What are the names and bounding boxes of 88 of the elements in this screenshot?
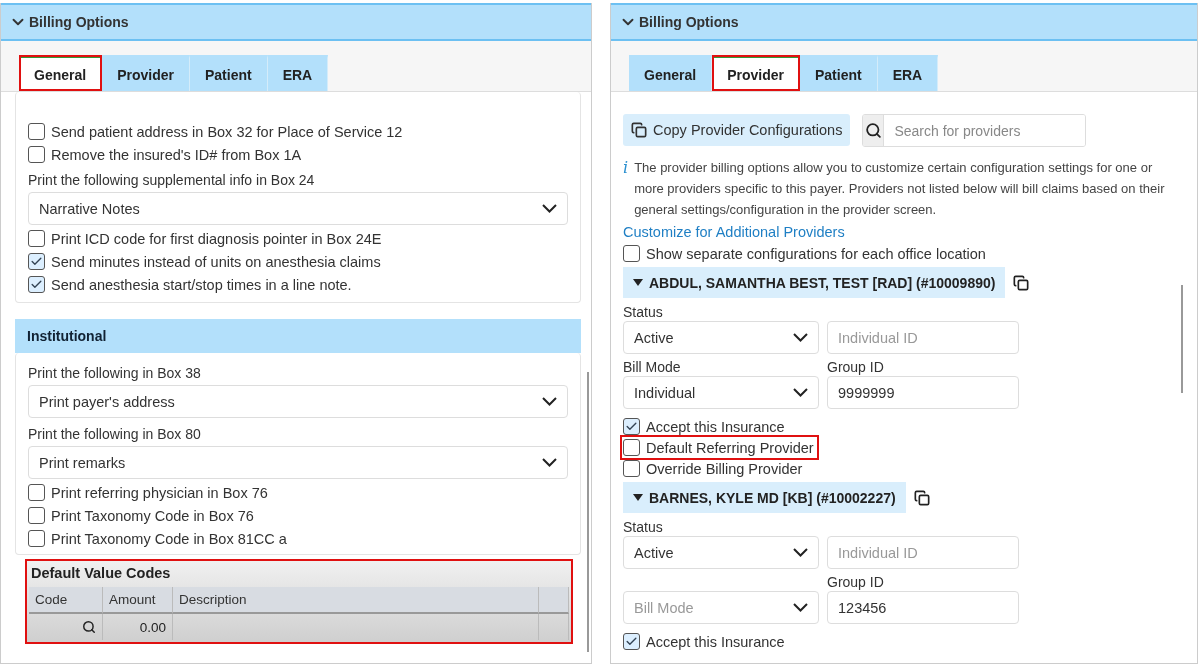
- field-label: Group ID: [827, 359, 885, 375]
- field-label: Group ID: [827, 574, 885, 590]
- chevron-down-icon: [542, 204, 557, 213]
- checkbox-label: Accept this Insurance: [646, 418, 785, 435]
- checkbox[interactable]: [28, 507, 45, 524]
- checkbox-label: Send minutes instead of units on anesthesia claims: [51, 253, 381, 270]
- copy-icon[interactable]: [913, 489, 930, 506]
- info-text: The provider billing options allow you to customize certain configuration settings for one or more providers specific to this payer. Providers not listed below will bill claims based on their general settings/configuration in the provider screen.: [634, 159, 1166, 219]
- checkbox-label: Print ICD code for first diagnosis pointer in Box 24E: [51, 230, 382, 247]
- column-header: [539, 587, 569, 614]
- tab[interactable]: Patient: [189, 55, 268, 91]
- column-header: Code: [29, 587, 103, 614]
- field-label: Status: [623, 519, 664, 535]
- dropdown[interactable]: Active: [623, 536, 819, 569]
- caret-icon: [633, 494, 643, 501]
- checkbox-label: Show separate configurations for each office location: [646, 245, 986, 262]
- field-label: Print the following in Box 38: [28, 365, 202, 381]
- dropdown[interactable]: Print payer's address: [28, 385, 568, 418]
- checkbox-label: Send patient address in Box 32 for Place of Service 12: [51, 123, 403, 140]
- checkbox-label: Send anesthesia start/stop times in a line note.: [51, 276, 352, 293]
- checkbox-label: Remove the insured's ID# from Box 1A: [51, 146, 302, 163]
- caret-icon: [633, 279, 643, 286]
- checkbox[interactable]: [28, 146, 45, 163]
- checkbox-label: Print referring physician in Box 76: [51, 484, 268, 501]
- checkbox-label: Default Referring Provider: [646, 439, 814, 456]
- tab[interactable]: Provider: [102, 55, 190, 91]
- dropdown[interactable]: Print remarks: [28, 446, 568, 479]
- panel-header[interactable]: Billing Options: [611, 3, 1197, 41]
- chevron-down-icon: [793, 388, 808, 397]
- checkmark-icon: [625, 420, 638, 433]
- copy-icon: [631, 122, 647, 138]
- checkbox[interactable]: [28, 253, 45, 270]
- search-field[interactable]: Search for providers: [862, 114, 1087, 147]
- chevron-down-icon: [793, 603, 808, 612]
- checkbox-label: Override Billing Provider: [646, 460, 803, 477]
- checkmark-icon: [30, 278, 43, 291]
- checkbox[interactable]: [623, 460, 640, 477]
- field-label: Bill Mode: [623, 359, 682, 375]
- table-cell: 0.00: [103, 614, 173, 640]
- copy-icon[interactable]: [1013, 274, 1030, 291]
- dropdown[interactable]: Narrative Notes: [28, 192, 568, 225]
- column-header: Description: [173, 587, 539, 614]
- dropdown[interactable]: Individual: [623, 376, 819, 409]
- input-field[interactable]: 123456: [827, 591, 1019, 624]
- panel-header[interactable]: Billing Options: [1, 3, 591, 41]
- checkbox[interactable]: [28, 276, 45, 293]
- provider-header[interactable]: BARNES, KYLE MD [KB] (#10002227): [623, 482, 906, 513]
- checkbox-label: Print Taxonomy Code in Box 76: [51, 507, 254, 524]
- checkbox[interactable]: [28, 123, 45, 140]
- column-header: Amount: [103, 587, 173, 614]
- section-header: Institutional: [15, 319, 581, 353]
- chevron-down-icon: [542, 397, 557, 406]
- field-label: Print the following in Box 80: [28, 426, 202, 442]
- checkmark-icon: [30, 255, 43, 268]
- section-title: Default Value Codes: [30, 564, 172, 583]
- tab[interactable]: Provider: [712, 55, 800, 91]
- checkbox[interactable]: [28, 484, 45, 501]
- checkbox-label: Accept this Insurance: [646, 633, 785, 650]
- checkbox[interactable]: [623, 439, 640, 456]
- chevron-down-icon: [793, 548, 808, 557]
- chevron-down-icon: [793, 333, 808, 342]
- tab[interactable]: ERA: [267, 55, 329, 91]
- checkbox[interactable]: [623, 633, 640, 650]
- info-icon: i: [623, 157, 629, 220]
- scrollbar[interactable]: [587, 372, 589, 652]
- input-field[interactable]: Individual ID: [827, 321, 1019, 354]
- input-field[interactable]: Individual ID: [827, 536, 1019, 569]
- search-icon: [864, 122, 882, 139]
- copy-button[interactable]: Copy Provider Configurations: [623, 114, 851, 146]
- checkbox[interactable]: [28, 230, 45, 247]
- field-label: Print the following supplemental info in Box 24: [28, 172, 316, 188]
- input-field[interactable]: 9999999: [827, 376, 1019, 409]
- checkbox[interactable]: [28, 530, 45, 547]
- tab[interactable]: General: [19, 55, 103, 91]
- tab[interactable]: General: [629, 55, 713, 91]
- provider-header[interactable]: ABDUL, SAMANTHA BEST, TEST [RAD] (#10009890): [623, 267, 1006, 298]
- customize-link[interactable]: Customize for Additional Providers: [623, 224, 1185, 240]
- scrollbar[interactable]: [1181, 285, 1183, 393]
- search-icon[interactable]: [82, 620, 96, 634]
- tab[interactable]: ERA: [877, 55, 939, 91]
- field-label: Status: [623, 304, 664, 320]
- tab[interactable]: Patient: [799, 55, 878, 91]
- dropdown[interactable]: Active: [623, 321, 819, 354]
- checkbox[interactable]: [623, 418, 640, 435]
- chevron-down-icon: [542, 458, 557, 467]
- checkmark-icon: [625, 635, 638, 648]
- checkbox[interactable]: [623, 245, 640, 262]
- checkbox-label: Print Taxonomy Code in Box 81CC a: [51, 530, 287, 547]
